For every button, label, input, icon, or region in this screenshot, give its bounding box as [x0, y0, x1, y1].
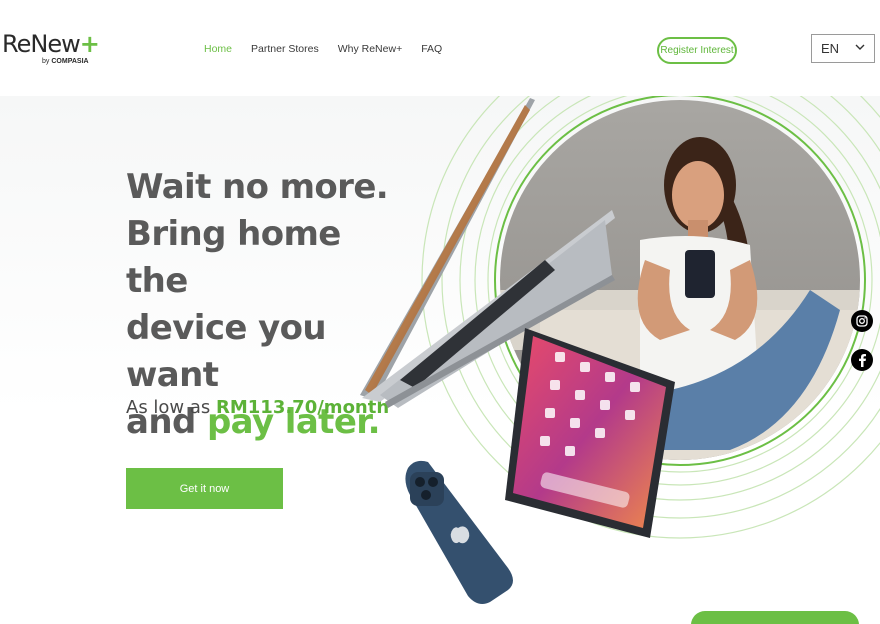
nav-partner-stores[interactable]: Partner Stores: [251, 43, 319, 55]
register-interest-button[interactable]: Register Interest: [657, 37, 737, 64]
nav-home[interactable]: Home: [204, 43, 232, 55]
hero-illustration: [360, 90, 880, 604]
renew-logo[interactable]: ReNew+ by COMPASIA: [2, 30, 100, 65]
bottom-floating-tab[interactable]: [691, 611, 859, 624]
language-select[interactable]: EN: [811, 34, 875, 63]
get-it-now-button[interactable]: Get it now: [126, 468, 283, 509]
facebook-icon[interactable]: [851, 349, 873, 371]
logo-wordmark: ReNew+: [2, 30, 100, 58]
apple-logo-icon: [450, 526, 470, 544]
nav-faq[interactable]: FAQ: [421, 43, 442, 55]
logo-subtitle: by COMPASIA: [42, 58, 89, 65]
main-nav: Home Partner Stores Why ReNew+ FAQ: [204, 43, 461, 55]
instagram-icon[interactable]: [851, 310, 873, 332]
page: ReNew+ by COMPASIA Home Partner Stores W…: [0, 0, 880, 624]
nav-why-renew[interactable]: Why ReNew+: [338, 43, 402, 55]
iphone-image: [405, 460, 513, 604]
chevron-down-icon: [855, 44, 865, 50]
instagram-glyph: [856, 315, 868, 327]
site-header: ReNew+ by COMPASIA Home Partner Stores W…: [0, 0, 880, 96]
language-value: EN: [821, 41, 840, 56]
facebook-glyph: [859, 354, 866, 367]
